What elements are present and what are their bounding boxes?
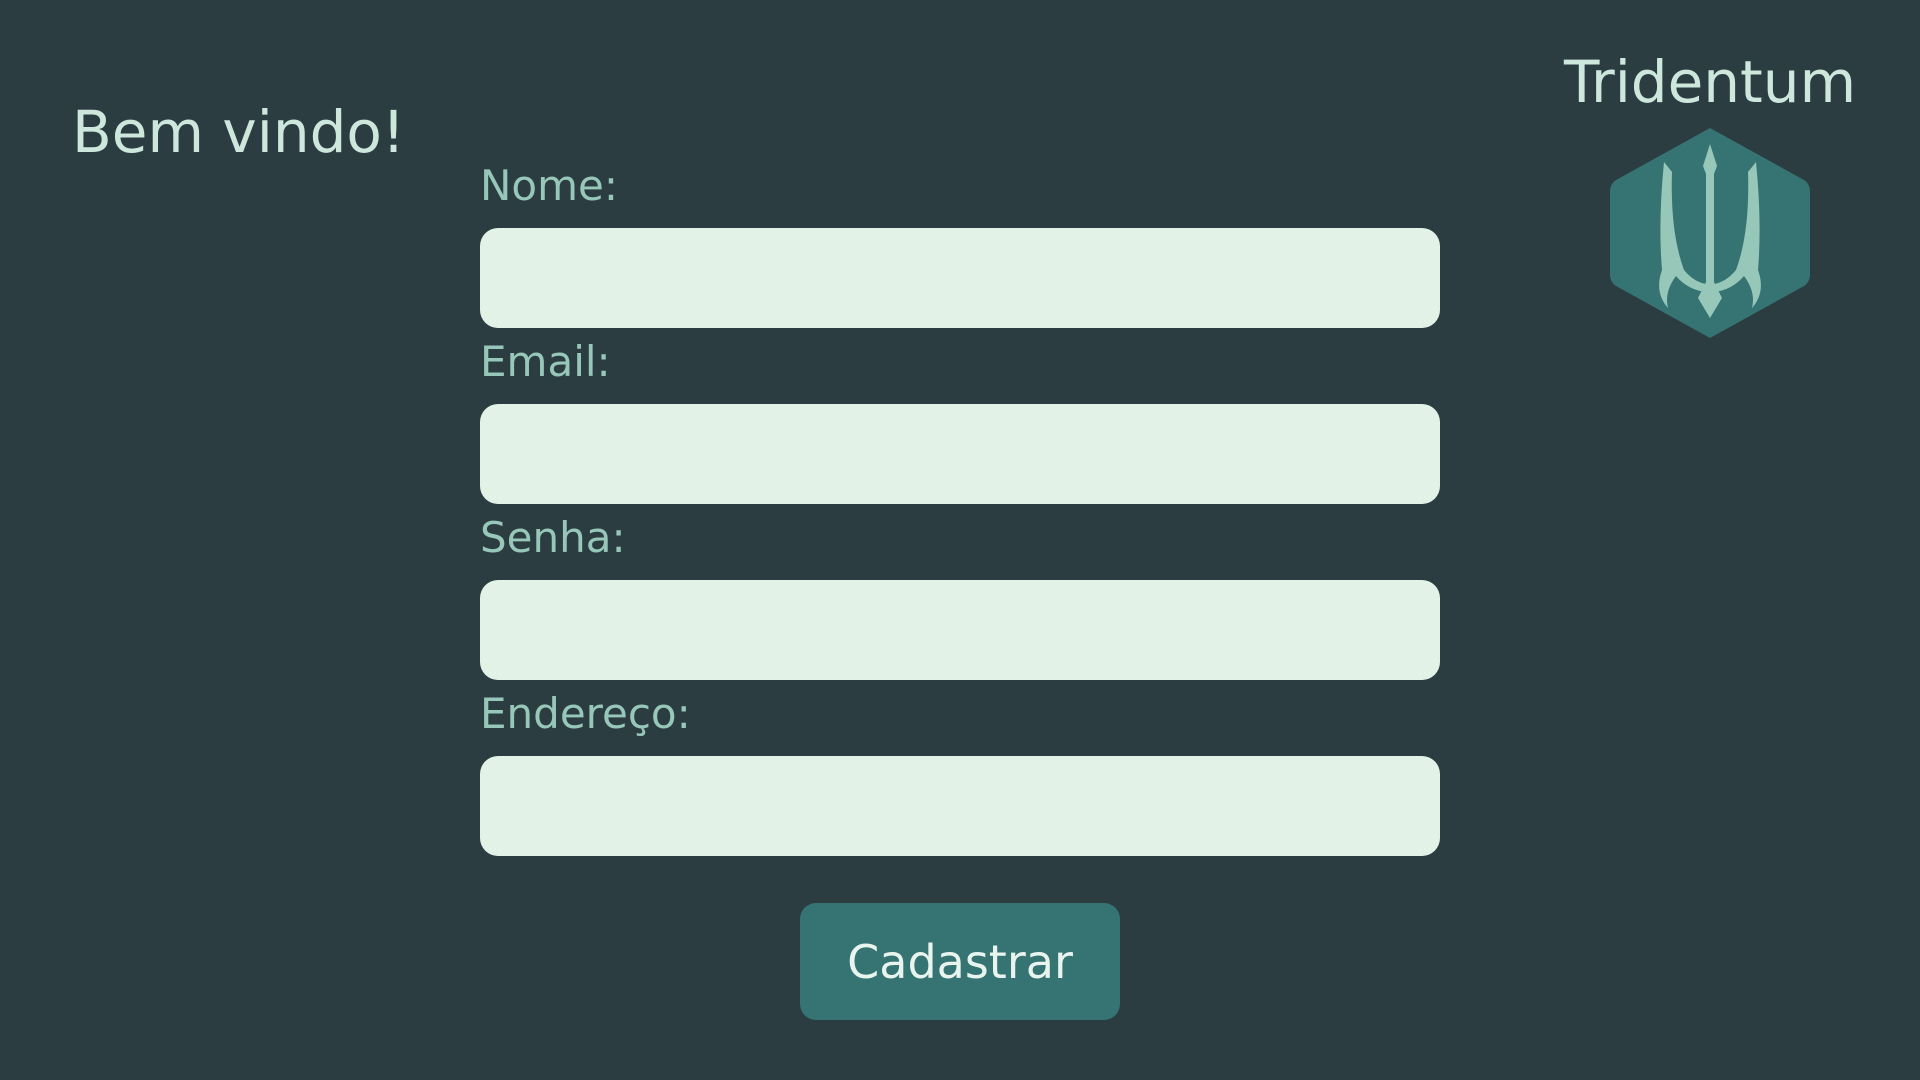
brand-name: Tridentum <box>1563 48 1857 116</box>
password-label: Senha: <box>480 513 626 562</box>
email-label: Email: <box>480 337 611 386</box>
brand: Tridentum <box>1560 44 1860 344</box>
address-label: Endereço: <box>480 689 691 738</box>
register-button[interactable]: Cadastrar <box>800 903 1120 1020</box>
signup-form: Nome: Email: Senha: Endereço: <box>480 156 1440 860</box>
email-field[interactable] <box>480 404 1440 504</box>
welcome-heading: Bem vindo! <box>72 98 406 166</box>
name-label: Nome: <box>480 161 619 210</box>
password-field[interactable] <box>480 580 1440 680</box>
name-field[interactable] <box>480 228 1440 328</box>
address-field[interactable] <box>480 756 1440 856</box>
trident-icon <box>1610 128 1810 338</box>
